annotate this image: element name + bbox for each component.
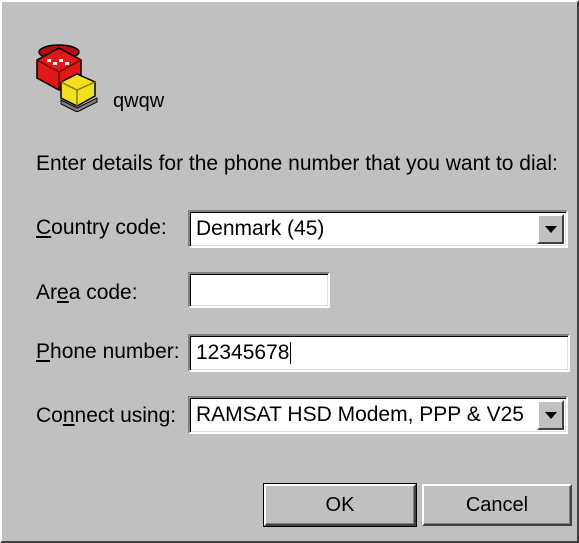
phone-number-input[interactable]: 12345678 xyxy=(188,334,570,372)
area-code-label: Area code: xyxy=(36,281,138,304)
ok-button[interactable]: OK xyxy=(263,483,417,527)
connect-using-label: Connect using: xyxy=(36,404,177,427)
area-code-input[interactable] xyxy=(188,272,330,308)
dial-dialog: qwqw Enter details for the phone number … xyxy=(0,0,579,543)
cancel-button[interactable]: Cancel xyxy=(422,484,572,526)
country-code-label: Country code: xyxy=(36,216,167,239)
connect-using-value: RAMSAT HSD Modem, PPP & V25 xyxy=(196,403,524,426)
telephone-icon xyxy=(36,44,98,112)
connection-name: qwqw xyxy=(113,90,165,112)
phone-number-value: 12345678 xyxy=(196,341,290,364)
phone-number-label: Phone number: xyxy=(36,340,180,363)
text-caret xyxy=(290,342,292,365)
chevron-down-icon[interactable] xyxy=(537,214,564,244)
country-code-dropdown[interactable]: Denmark (45) xyxy=(188,210,568,248)
chevron-down-icon[interactable] xyxy=(537,400,564,430)
country-code-value: Denmark (45) xyxy=(196,217,325,240)
connect-using-dropdown[interactable]: RAMSAT HSD Modem, PPP & V25 xyxy=(188,396,568,434)
intro-text: Enter details for the phone number that … xyxy=(36,152,558,175)
